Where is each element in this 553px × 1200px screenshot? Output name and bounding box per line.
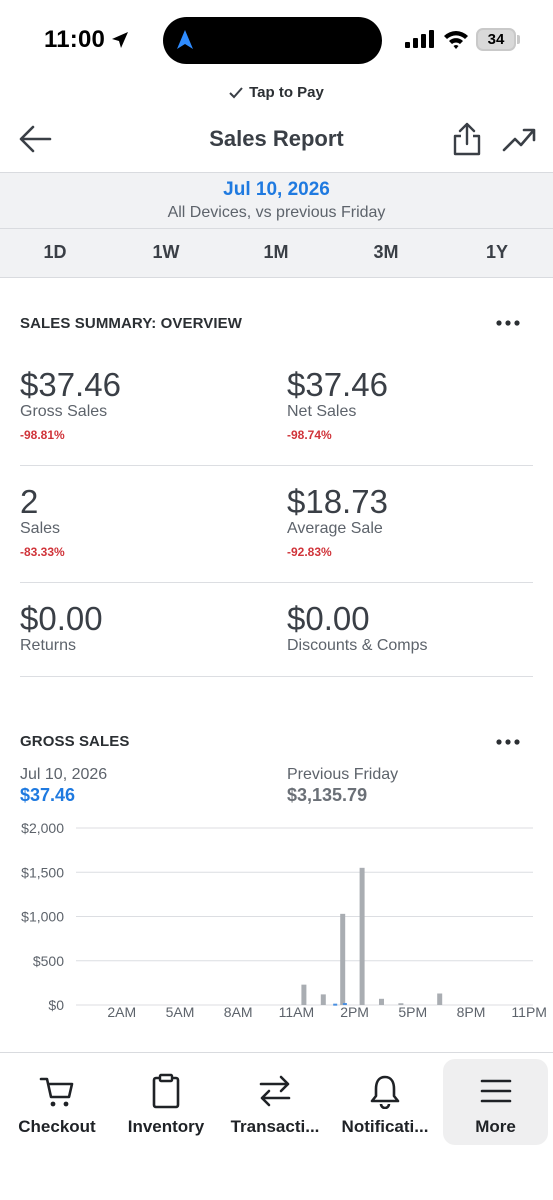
previous-period-date: Previous Friday	[287, 766, 399, 783]
location-arrow-icon	[112, 32, 128, 48]
y-tick-label: $1,500	[21, 864, 64, 880]
metric-label: Sales	[20, 520, 61, 537]
tap-to-pay-label: Tap to Pay	[249, 84, 324, 101]
metric-value: 2	[20, 483, 39, 520]
x-tick-label: 11AM	[279, 1004, 315, 1020]
status-time: 11:00	[44, 26, 106, 53]
metric-value: $37.46	[287, 366, 388, 403]
nav-label: Notificati...	[341, 1117, 429, 1136]
status-bar: 11:00 34	[0, 0, 553, 80]
nav-more[interactable]: More	[443, 1059, 548, 1145]
metric-value: $18.73	[287, 483, 388, 520]
tab-1m[interactable]: 1M	[246, 242, 306, 263]
battery-icon: 34	[476, 28, 516, 51]
metric-gross-sales[interactable]: $37.46 Gross Sales -98.81%	[20, 367, 260, 443]
divider	[20, 582, 533, 583]
bar-previous-friday	[398, 1003, 404, 1005]
x-tick-label: 5PM	[398, 1004, 427, 1020]
clipboard-icon	[152, 1073, 180, 1109]
x-tick-label: 5AM	[166, 1004, 195, 1020]
range-tabs: 1D 1W 1M 3M 1Y	[0, 229, 553, 277]
y-tick-label: $0	[48, 997, 64, 1013]
current-period-date: Jul 10, 2026	[20, 766, 108, 783]
gross-sales-chart[interactable]: $2,000 $1,500 $1,000 $500 $0 2AM 5AM 8AM 11AM 2PM…	[0, 815, 553, 1025]
x-tick-label: 11PM	[511, 1004, 547, 1020]
menu-icon	[480, 1079, 511, 1103]
y-tick-label: $500	[33, 953, 64, 969]
metric-net-sales[interactable]: $37.46 Net Sales -98.74%	[287, 367, 527, 443]
y-tick-label: $2,000	[21, 820, 64, 836]
tab-1d[interactable]: 1D	[25, 242, 85, 263]
nav-label: Inventory	[127, 1117, 205, 1136]
bar-previous-friday	[301, 984, 307, 1005]
tap-to-pay-indicator[interactable]: Tap to Pay	[0, 84, 553, 101]
metric-change: -98.74%	[287, 428, 332, 442]
trending-up-icon[interactable]	[502, 124, 536, 154]
nav-notifications[interactable]: Notificati...	[332, 1059, 438, 1145]
transactions-icon	[259, 1075, 291, 1107]
nav-transactions[interactable]: Transacti...	[222, 1059, 328, 1145]
metric-value: $0.00	[20, 600, 103, 637]
report-comparison[interactable]: All Devices, vs previous Friday	[0, 204, 553, 222]
previous-period-summary: Previous Friday $3,135.79	[287, 766, 527, 806]
nav-inventory[interactable]: Inventory	[114, 1059, 218, 1145]
current-period-value: $37.46	[20, 785, 76, 805]
metric-discounts-comps[interactable]: $0.00 Discounts & Comps	[287, 601, 527, 655]
more-options-icon[interactable]	[494, 318, 522, 328]
date-range-panel: Jul 10, 2026 All Devices, vs previous Fr…	[0, 172, 553, 278]
navigation-arrow-icon	[177, 30, 193, 49]
bell-icon	[370, 1075, 400, 1109]
divider	[20, 676, 533, 677]
bar-previous-friday	[359, 867, 365, 1005]
bar-previous-friday	[437, 993, 443, 1005]
header: Sales Report	[0, 112, 553, 168]
wifi-icon	[444, 31, 468, 49]
metric-average-sale[interactable]: $18.73 Average Sale -92.83%	[287, 484, 527, 560]
share-icon[interactable]	[452, 122, 482, 156]
summary-section-title: SALES SUMMARY: OVERVIEW	[20, 315, 243, 332]
bar-previous-friday	[320, 994, 326, 1005]
metric-sales-count[interactable]: 2 Sales -83.33%	[20, 484, 260, 560]
metric-label: Returns	[20, 637, 77, 654]
report-date[interactable]: Jul 10, 2026	[0, 179, 553, 201]
metric-label: Gross Sales	[20, 403, 108, 420]
metric-value: $0.00	[287, 600, 370, 637]
battery-tip	[517, 35, 520, 44]
nav-label: Checkout	[18, 1117, 96, 1136]
divider	[20, 465, 533, 466]
metric-returns[interactable]: $0.00 Returns	[20, 601, 260, 655]
x-tick-label: 2PM	[340, 1004, 369, 1020]
tab-3m[interactable]: 3M	[356, 242, 416, 263]
metric-value: $37.46	[20, 366, 121, 403]
tab-1y[interactable]: 1Y	[467, 242, 527, 263]
previous-period-value: $3,135.79	[287, 785, 368, 805]
gross-sales-section-title: GROSS SALES	[20, 733, 130, 750]
y-tick-label: $1,000	[21, 909, 64, 925]
checkmark-icon	[229, 87, 243, 99]
more-options-icon[interactable]	[494, 737, 522, 747]
bar-previous-friday	[379, 998, 384, 1005]
bar-current-day	[333, 1003, 338, 1006]
metric-change: -98.81%	[20, 428, 65, 442]
x-tick-label: 2AM	[107, 1004, 136, 1020]
x-tick-label: 8AM	[224, 1004, 253, 1020]
nav-checkout[interactable]: Checkout	[6, 1059, 108, 1145]
dynamic-island	[163, 17, 382, 64]
metric-label: Discounts & Comps	[287, 637, 428, 654]
metric-label: Net Sales	[287, 403, 357, 420]
metric-change: -83.33%	[20, 545, 65, 559]
bar-current-day	[342, 1003, 347, 1006]
nav-label: Transacti...	[230, 1117, 320, 1136]
nav-label: More	[475, 1117, 516, 1136]
bottom-navigation: Checkout Inventory Transacti... Notifica…	[0, 1052, 553, 1200]
cart-icon	[39, 1077, 74, 1107]
cellular-signal-icon	[405, 30, 434, 48]
metric-label: Average Sale	[287, 520, 383, 537]
bar-previous-friday	[340, 913, 346, 1005]
tab-1w[interactable]: 1W	[136, 242, 196, 263]
battery-level: 34	[487, 31, 505, 48]
metric-change: -92.83%	[287, 545, 332, 559]
current-period-summary: Jul 10, 2026 $37.46	[20, 766, 260, 806]
x-tick-label: 8PM	[457, 1004, 486, 1020]
